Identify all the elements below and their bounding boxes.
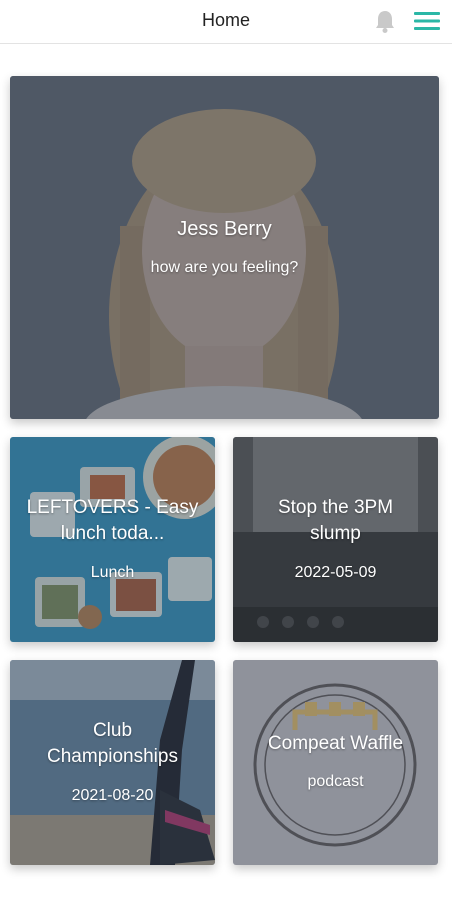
tile-title: Club Championships — [47, 720, 178, 767]
app-header: Home — [0, 0, 452, 44]
tile-subtitle: 2022-05-09 — [294, 564, 377, 581]
tile-title: Stop the 3PM slump — [277, 497, 394, 544]
tile-title: LEFTOVERS - Easy lunch toda... — [26, 497, 199, 544]
hero-title: Jess Berry — [177, 218, 272, 240]
tile-title: Compeat Waffle — [267, 733, 404, 754]
tile-subtitle: podcast — [307, 773, 364, 790]
tile-subtitle: 2021-08-20 — [71, 787, 154, 804]
hamburger-menu-icon[interactable] — [414, 11, 440, 31]
tile-card[interactable]: Stop the 3PM slump 2022-05-09 — [233, 437, 438, 642]
hero-subtitle: how are you feeling? — [150, 259, 299, 276]
profile-hero-card[interactable]: Jess Berry how are you feeling? — [10, 76, 439, 419]
tile-card[interactable]: Club Championships 2021-08-20 — [10, 660, 215, 865]
tile-card[interactable]: Compeat Waffle podcast — [233, 660, 438, 865]
bell-icon[interactable] — [373, 9, 397, 35]
tile-card[interactable]: LEFTOVERS - Easy lunch toda... Lunch — [10, 437, 215, 642]
tile-subtitle: Lunch — [90, 564, 135, 581]
